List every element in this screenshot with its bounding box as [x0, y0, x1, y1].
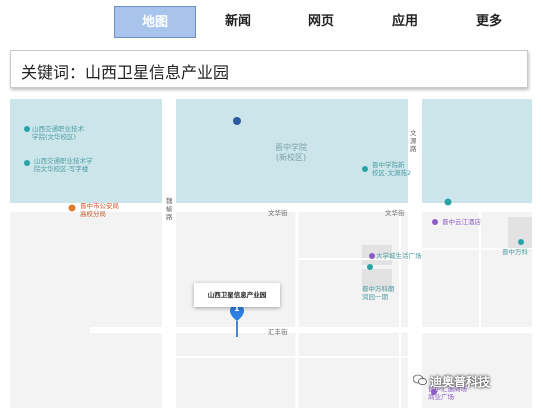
label-wenhua-st-1: 文华街 — [268, 209, 288, 217]
label-wenyuan-road: 文源路 — [410, 129, 417, 153]
label-daxuecheng-plaza: 大学城生活广场 — [376, 252, 422, 260]
keyword-text: 关键词：山西卫星信息产业园 — [21, 63, 230, 82]
compass-icon — [233, 117, 241, 125]
label-jinzhong-wanke: 晋中万科 — [502, 248, 528, 256]
water-area-east — [422, 99, 532, 203]
poi-school-icon — [367, 264, 373, 270]
label-weiyang-road: 魏榆路 — [166, 197, 173, 221]
label-police-bureau: 晋中市公安局 高校分局 — [80, 202, 119, 218]
poi-police-icon — [68, 204, 76, 212]
label-jinzhong-college: 晋中学院 (新校区) — [275, 143, 307, 162]
poi-school-icon — [24, 126, 30, 132]
label-yunjiang-hotel: 晋中云江酒店 — [442, 218, 481, 226]
water-area-west — [10, 99, 162, 203]
label-sx-jiaotong-admin: 山西交通职业技术学 院文华校区-写字楼 — [34, 157, 93, 173]
label-wenhua-st-2: 文华街 — [385, 209, 405, 217]
poi-shop-icon — [369, 253, 375, 259]
tab-news[interactable]: 新闻 — [205, 6, 271, 38]
map-view[interactable]: 山西交通职业技术 学院(文华校区) 山西交通职业技术学 院文华校区-写字楼 晋中… — [10, 99, 532, 408]
road-weiyang — [162, 99, 176, 408]
poi-school-icon — [362, 166, 368, 172]
tab-more[interactable]: 更多 — [456, 6, 522, 38]
road-huifeng — [90, 327, 532, 333]
map-canvas — [10, 99, 532, 408]
tab-apps[interactable]: 应用 — [372, 6, 438, 38]
label-jinzhong-college-new: 晋中学院新 校区-文源苑2 — [372, 161, 411, 177]
label-sx-jiaotong-tech: 山西交通职业技术 学院(文华校区) — [32, 125, 84, 141]
poi-info-icon — [444, 198, 452, 206]
block-3 — [508, 217, 532, 251]
label-huifeng-st: 汇丰街 — [268, 328, 288, 336]
watermark: 迪奥普科技 — [430, 375, 491, 389]
poi-school-icon — [24, 160, 30, 166]
poi-hotel-icon — [432, 219, 438, 225]
category-tabs: 地图 新闻 网页 应用 更多 — [0, 0, 541, 40]
keyword-box: 关键词：山西卫星信息产业园 — [10, 50, 528, 88]
tab-web[interactable]: 网页 — [288, 6, 354, 38]
marker-number: 1 — [234, 304, 240, 313]
label-wanke-langrun: 晋中万科朗 润园一期 — [362, 285, 395, 301]
wechat-icon — [413, 374, 427, 386]
poi-info-icon — [518, 239, 524, 245]
tab-map[interactable]: 地图 — [114, 6, 196, 38]
